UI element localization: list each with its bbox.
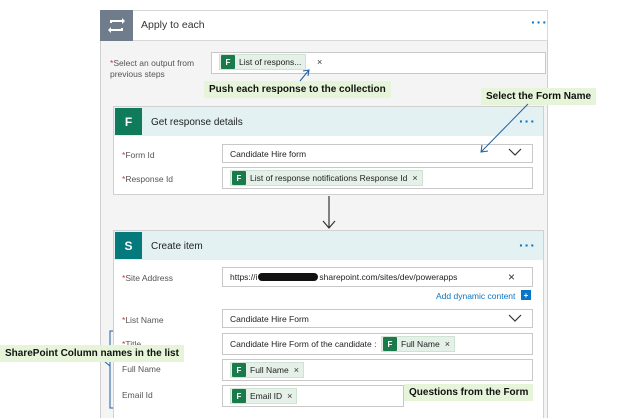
title-token-text: Full Name xyxy=(401,339,440,349)
title-static-text: Candidate Hire Form of the candidate : xyxy=(230,339,377,349)
sharepoint-app-icon: S xyxy=(115,232,142,259)
full-name-token-text: Full Name xyxy=(250,365,289,375)
site-address-label: *Site Address xyxy=(122,273,174,283)
full-name-token-remove[interactable]: × xyxy=(294,365,299,375)
email-id-token[interactable]: F Email ID × xyxy=(230,388,298,404)
redacted-tenant xyxy=(258,273,319,281)
email-id-token-remove[interactable]: × xyxy=(287,391,292,401)
site-address-value: https://i sharepoint.com/sites/dev/power… xyxy=(230,272,458,282)
add-dynamic-content-link[interactable]: Add dynamic content xyxy=(436,291,515,301)
annotation-questions: Questions from the Form xyxy=(404,384,534,401)
email-id-label: Email Id xyxy=(122,390,153,400)
forms-icon: F xyxy=(383,337,397,351)
full-name-token[interactable]: F Full Name × xyxy=(230,362,304,378)
clear-site-icon[interactable]: × xyxy=(508,270,515,284)
create-item-title: Create item xyxy=(151,241,203,252)
title-token-remove[interactable]: × xyxy=(445,339,450,349)
forms-icon: F xyxy=(232,363,246,377)
email-id-token-text: Email ID xyxy=(250,391,283,401)
chevron-down-icon[interactable] xyxy=(508,313,522,325)
create-item-more-menu[interactable]: ··· xyxy=(519,237,536,253)
full-name-label: Full Name xyxy=(122,364,161,374)
list-name-label: *List Name xyxy=(122,315,164,325)
list-name-value: Candidate Hire Form xyxy=(230,314,309,324)
title-token[interactable]: F Full Name × xyxy=(381,336,455,352)
add-icon[interactable]: + xyxy=(521,290,531,300)
annotation-sp-columns: SharePoint Column names in the list xyxy=(0,345,184,362)
forms-icon: F xyxy=(232,389,246,403)
